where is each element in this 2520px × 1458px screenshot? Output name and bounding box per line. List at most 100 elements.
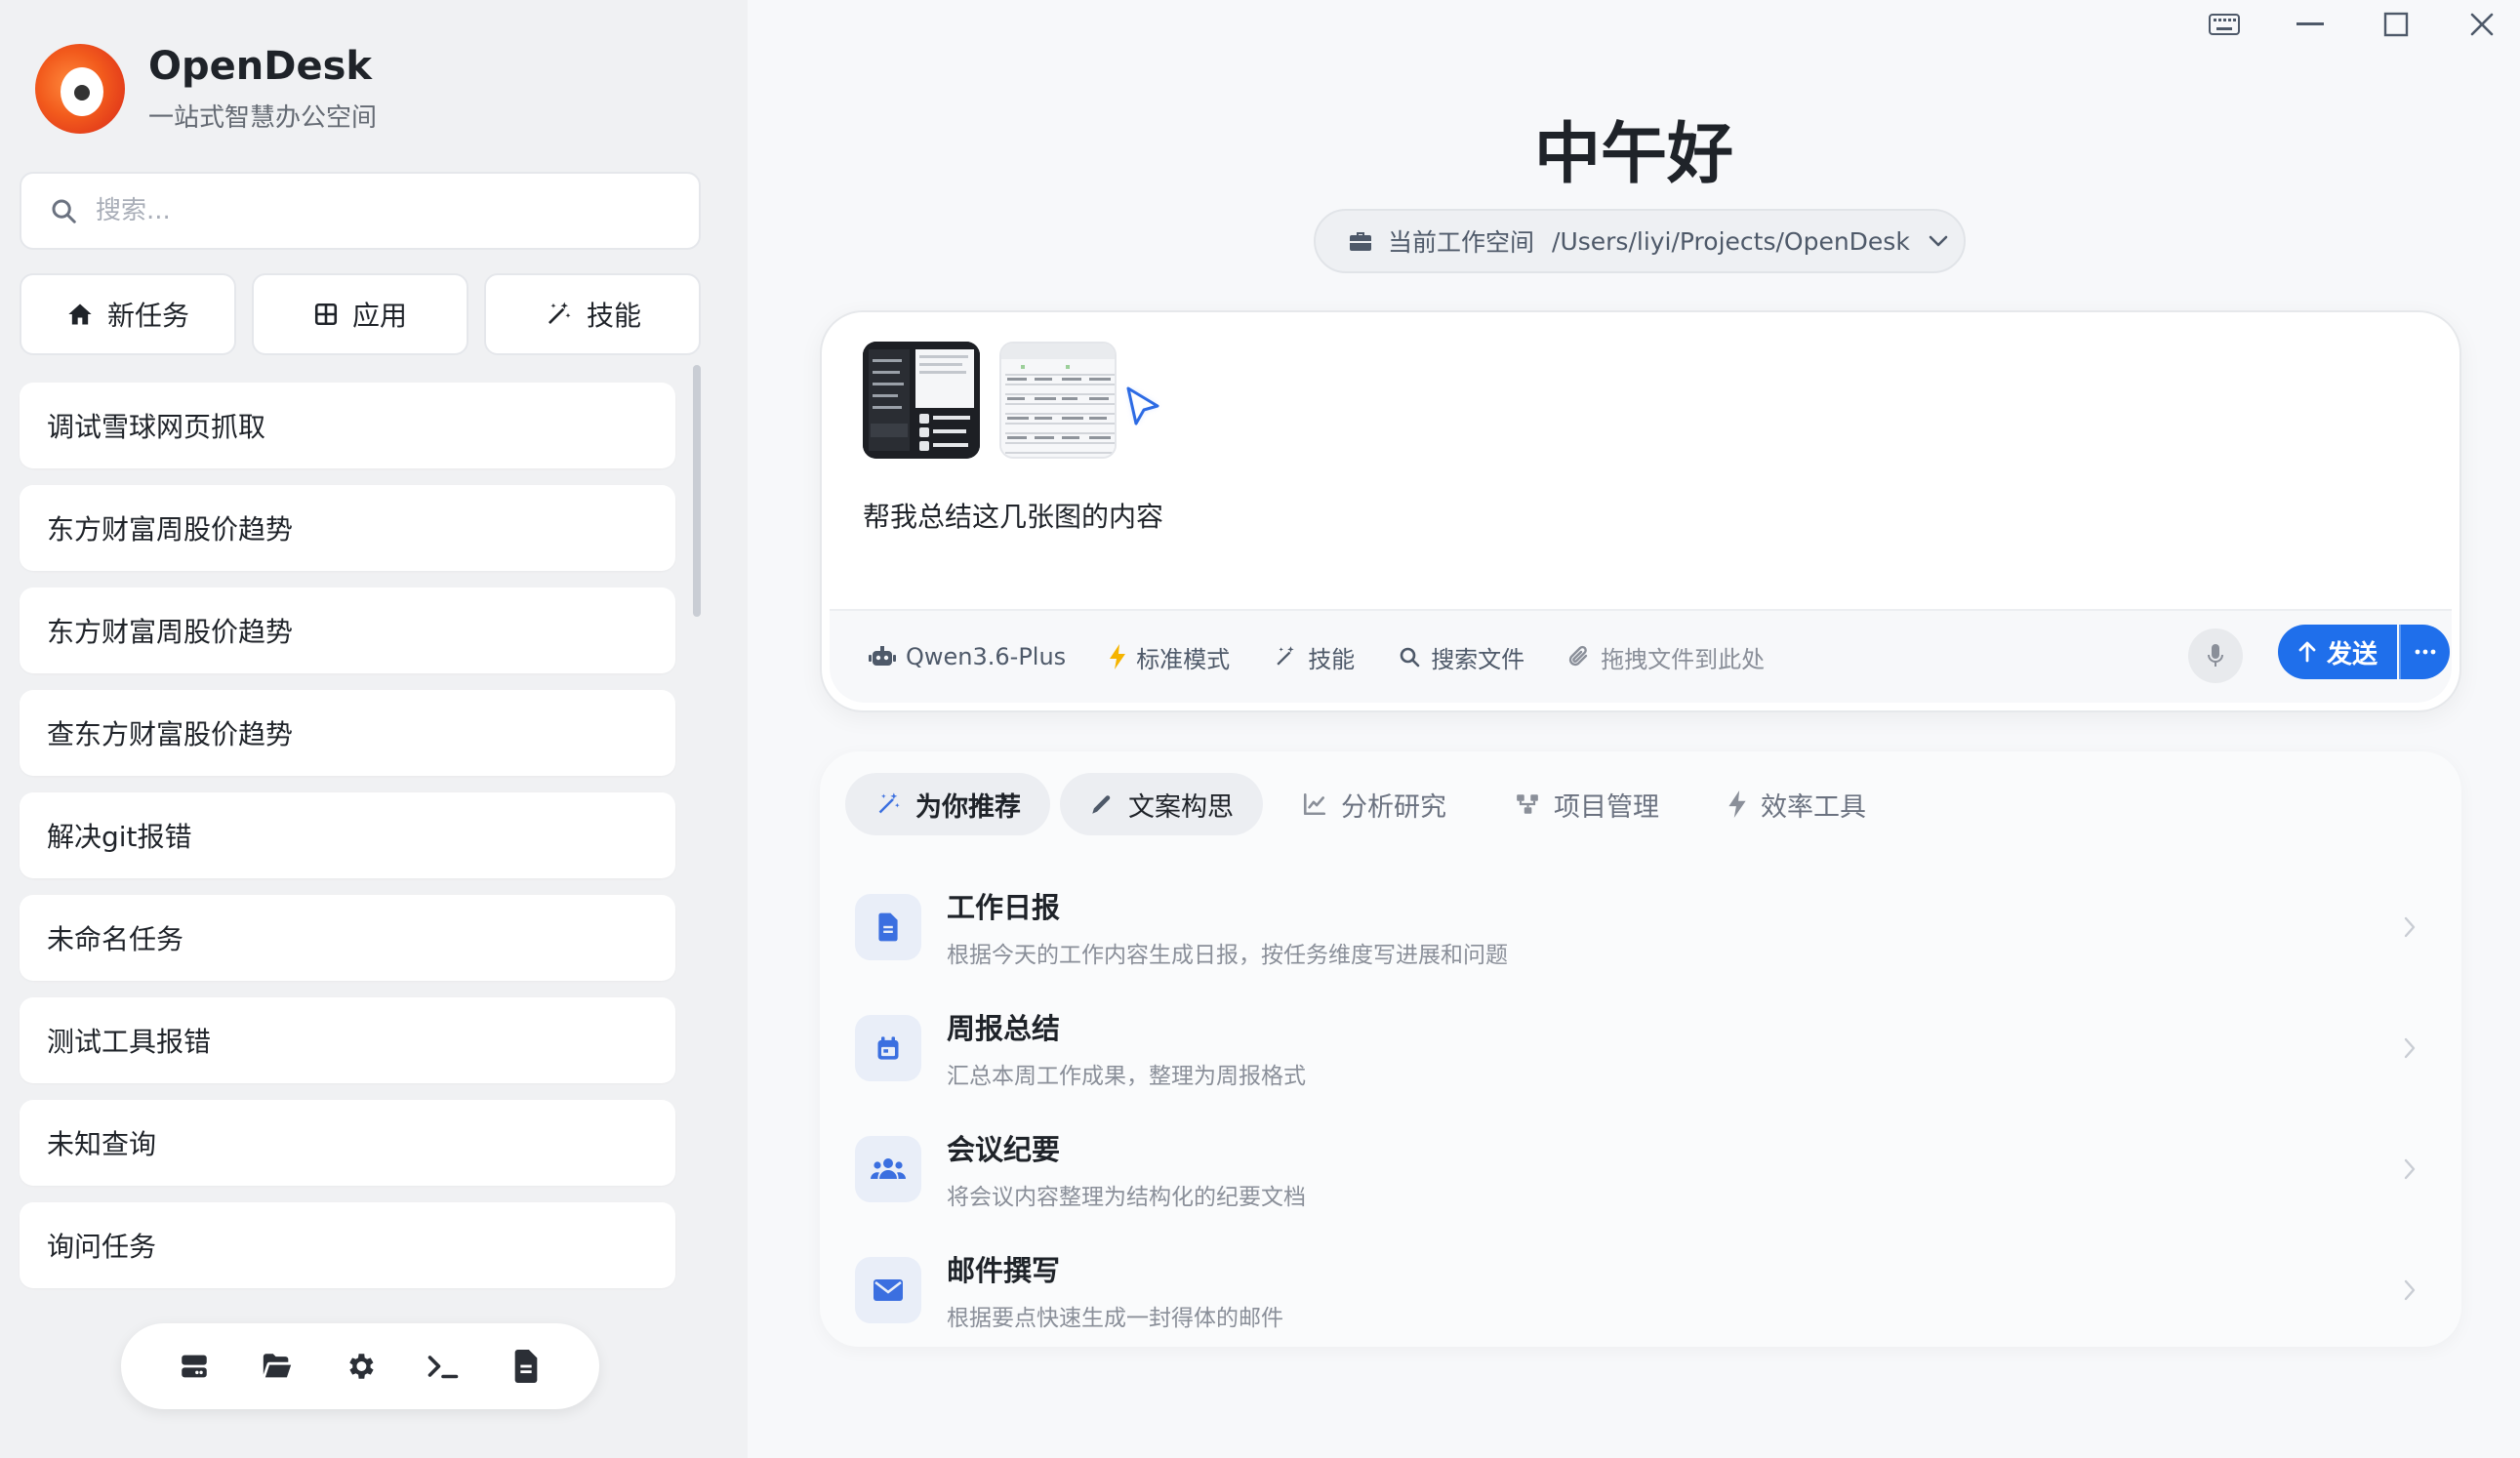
recommendation-title: 会议纪要 (947, 1133, 1061, 1166)
recommendation-item[interactable]: 邮件撰写 根据要点快速生成一封得体的邮件 (855, 1230, 2436, 1351)
apps-button[interactable]: 应用 (252, 273, 468, 355)
recommendations-panel: 为你推荐 文案构思 分析研究 项目管理 效率工具 工作日报 根据今天的工作内容生… (820, 751, 2461, 1347)
app-logo (35, 43, 125, 134)
nodes-icon (1515, 791, 1554, 817)
recommendation-desc: 根据要点快速生成一封得体的邮件 (947, 1306, 1283, 1331)
task-item[interactable]: 东方财富周股价趋势 (20, 485, 675, 571)
users-icon (855, 1136, 921, 1202)
bolt-icon (1727, 790, 1761, 818)
drop-hint-label: 拖拽文件到此处 (1601, 645, 1766, 673)
model-label: Qwen3.6-Plus (906, 643, 1067, 670)
task-item[interactable]: 未命名任务 (20, 895, 675, 981)
microphone-icon (2207, 643, 2224, 668)
recommendation-item[interactable]: 周报总结 汇总本周工作成果，整理为周报格式 (855, 988, 2436, 1109)
tab-label: 为你推荐 (915, 791, 1021, 823)
envelope-icon (855, 1257, 921, 1323)
briefcase-icon (1349, 230, 1372, 252)
tab-label: 项目管理 (1554, 791, 1659, 823)
workspace-label: 当前工作空间 (1388, 228, 1535, 257)
task-item[interactable]: 解决git报错 (20, 792, 675, 878)
new-task-label: 新任务 (106, 300, 189, 332)
calendar-icon (855, 1015, 921, 1081)
skills-label: 技能 (586, 300, 641, 332)
minimize-icon[interactable] (2292, 6, 2329, 43)
send-options-button[interactable] (2399, 625, 2450, 679)
chevron-down-icon (1928, 234, 1949, 248)
recommendation-title: 周报总结 (947, 1012, 1061, 1045)
prompt-composer: 帮我总结这几张图的内容 Qwen3.6-Plus 标准模式 技能 搜索文件 拖拽… (820, 310, 2461, 712)
tab-label: 文案构思 (1128, 791, 1234, 823)
task-item[interactable]: 调试雪球网页抓取 (20, 383, 675, 468)
tab-label: 分析研究 (1341, 791, 1446, 823)
server-icon[interactable] (170, 1342, 219, 1391)
task-list: 调试雪球网页抓取 东方财富周股价趋势 东方财富周股价趋势 查东方财富股价趋势 解… (20, 383, 675, 1305)
tab-recommended[interactable]: 为你推荐 (845, 773, 1050, 835)
attachment-thumbnail[interactable] (999, 342, 1117, 459)
pointer-cursor-icon (1122, 385, 1163, 431)
attach-drop-zone[interactable]: 拖拽文件到此处 (1567, 640, 1765, 674)
attachment-thumbnail[interactable] (863, 342, 980, 459)
terminal-icon[interactable] (419, 1342, 467, 1391)
skills-toggle[interactable]: 技能 (1273, 640, 1355, 674)
maximize-icon[interactable] (2378, 6, 2415, 43)
category-tabs: 为你推荐 文案构思 分析研究 项目管理 效率工具 (845, 773, 1895, 835)
recommendation-desc: 将会议内容整理为结构化的纪要文档 (947, 1185, 1306, 1210)
line-chart-icon (1302, 791, 1341, 817)
skills-toggle-label: 技能 (1308, 645, 1356, 673)
new-task-button[interactable]: 新任务 (20, 273, 236, 355)
chevron-right-icon (2403, 1157, 2417, 1181)
apps-label: 应用 (351, 300, 407, 332)
app-name: OpenDesk (148, 44, 372, 89)
bolt-icon (1109, 644, 1136, 669)
send-button[interactable]: 发送 (2278, 625, 2397, 679)
task-item[interactable]: 东方财富周股价趋势 (20, 587, 675, 673)
task-item[interactable]: 询问任务 (20, 1202, 675, 1288)
task-item[interactable]: 查东方财富股价趋势 (20, 690, 675, 776)
sidebar: OpenDesk 一站式智慧办公空间 新任务 应用 技能 (0, 0, 748, 1458)
mode-label: 标准模式 (1136, 645, 1231, 673)
search-files-label: 搜索文件 (1431, 645, 1525, 673)
microphone-button[interactable] (2188, 628, 2243, 683)
arrow-up-icon (2297, 640, 2327, 664)
close-icon[interactable] (2463, 6, 2500, 43)
tab-efficiency[interactable]: 效率工具 (1698, 773, 1895, 835)
recommendation-item[interactable]: 工作日报 根据今天的工作内容生成日报，按任务维度写进展和问题 (855, 867, 2436, 988)
greeting-title: 中午好 (1533, 116, 1733, 193)
home-icon (66, 301, 107, 328)
skills-button[interactable]: 技能 (484, 273, 701, 355)
workspace-path: /Users/liyi/Projects/OpenDesk (1552, 226, 1910, 256)
chevron-right-icon (2403, 915, 2417, 939)
app-subtitle: 一站式智慧办公空间 (148, 103, 378, 133)
gear-icon[interactable] (336, 1342, 385, 1391)
search-files-button[interactable]: 搜索文件 (1398, 640, 1524, 674)
search-icon (49, 196, 78, 225)
workspace-selector[interactable]: 当前工作空间 /Users/liyi/Projects/OpenDesk (1314, 209, 1966, 273)
recommendation-item[interactable]: 会议纪要 将会议内容整理为结构化的纪要文档 (855, 1109, 2436, 1230)
task-list-scrollbar[interactable] (693, 365, 701, 617)
recommendation-desc: 根据今天的工作内容生成日报，按任务维度写进展和问题 (947, 943, 1508, 968)
send-label: 发送 (2326, 639, 2378, 669)
composer-toolbar: Qwen3.6-Plus 标准模式 技能 搜索文件 拖拽文件到此处 发送 (830, 609, 2452, 703)
tab-copywriting[interactable]: 文案构思 (1060, 773, 1263, 835)
task-item[interactable]: 未知查询 (20, 1100, 675, 1186)
folder-open-icon[interactable] (253, 1342, 302, 1391)
keyboard-icon[interactable] (2206, 6, 2243, 43)
recommendation-list: 工作日报 根据今天的工作内容生成日报，按任务维度写进展和问题 周报总结 汇总本周… (855, 867, 2436, 1351)
tab-project[interactable]: 项目管理 (1485, 773, 1688, 835)
tab-analysis[interactable]: 分析研究 (1273, 773, 1476, 835)
task-item[interactable]: 测试工具报错 (20, 997, 675, 1083)
chevron-right-icon (2403, 1278, 2417, 1302)
robot-icon (869, 645, 906, 668)
window-controls (2206, 6, 2500, 43)
paperclip-icon (1567, 644, 1601, 669)
tab-label: 效率工具 (1761, 791, 1866, 823)
file-icon[interactable] (502, 1342, 550, 1391)
more-dots-icon (2415, 649, 2436, 655)
mode-selector[interactable]: 标准模式 (1109, 640, 1230, 674)
search-input[interactable] (96, 196, 642, 225)
recommendation-title: 工作日报 (947, 891, 1061, 924)
search-box[interactable] (20, 172, 701, 250)
model-selector[interactable]: Qwen3.6-Plus (869, 643, 1066, 670)
prompt-text[interactable]: 帮我总结这几张图的内容 (863, 496, 1163, 535)
recommendation-title: 邮件撰写 (947, 1254, 1061, 1287)
